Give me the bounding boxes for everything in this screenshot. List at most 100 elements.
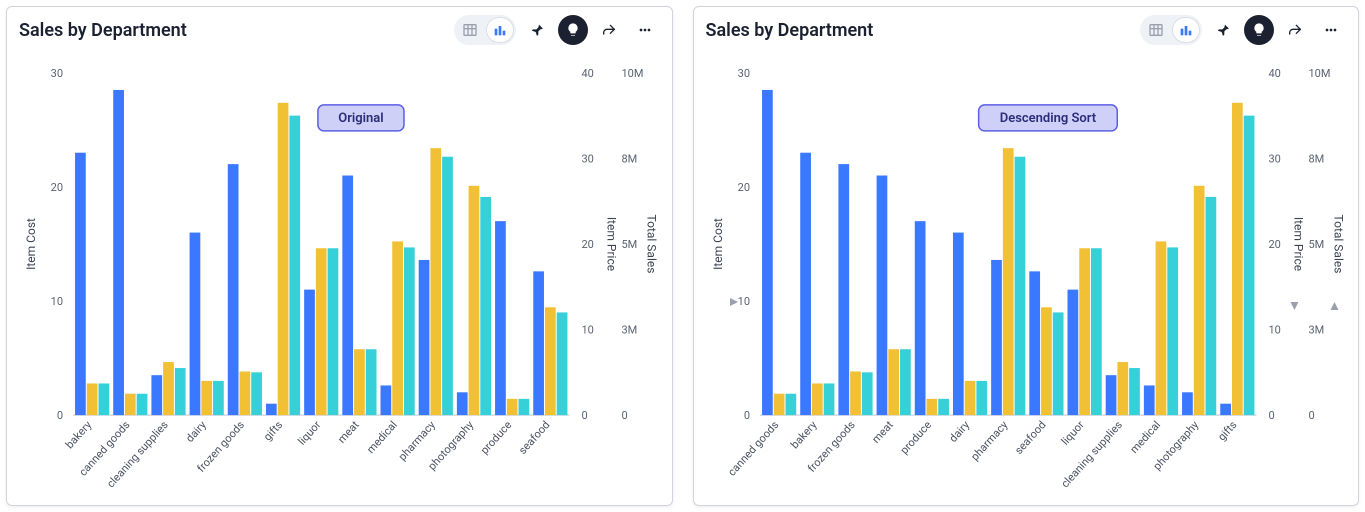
bar [495, 221, 506, 415]
bar [1117, 362, 1128, 415]
share-button[interactable] [1280, 15, 1310, 45]
bar [533, 271, 544, 415]
bar [545, 307, 556, 415]
right-axis2-tick: 5M [1308, 238, 1324, 251]
category-label: pharmacy [968, 418, 1011, 463]
right-axis1-tick: 20 [1268, 238, 1280, 251]
bar [366, 349, 377, 415]
more-button[interactable] [1316, 15, 1346, 45]
right-axis2-tick: 10M [1308, 67, 1330, 80]
bar [1143, 385, 1154, 415]
bar [991, 260, 1002, 415]
bar [838, 164, 849, 415]
bar [1079, 248, 1090, 415]
bar [507, 399, 518, 415]
bar [1182, 392, 1193, 415]
bar [964, 381, 975, 415]
right-axis2-tick: 8M [621, 152, 637, 165]
bar [75, 153, 86, 415]
left-axis-tick: 30 [737, 67, 749, 80]
bar [430, 148, 441, 415]
right-axis1-tick: 40 [581, 67, 593, 80]
bar [1052, 312, 1063, 415]
bar [1193, 186, 1204, 415]
right-axis2-title: Total Sales [644, 215, 658, 274]
right-axis1-title: Item Price [604, 217, 618, 271]
right-axis2-tick: 0 [1308, 409, 1314, 422]
pin-button[interactable] [1208, 15, 1238, 45]
left-axis-title: Item Cost [711, 218, 725, 270]
bar [419, 260, 430, 415]
view-toggle[interactable] [1140, 15, 1202, 45]
right-axis2-tick: 5M [621, 238, 637, 251]
bar [1205, 197, 1216, 415]
sort-indicator-icon [1330, 302, 1338, 310]
share-button[interactable] [594, 15, 624, 45]
left-axis-tick: 10 [737, 295, 749, 308]
right-axis2-tick: 10M [621, 67, 643, 80]
right-axis1-tick: 40 [1268, 67, 1280, 80]
right-axis2-tick: 3M [1308, 324, 1324, 337]
bulb-button[interactable] [558, 15, 588, 45]
view-toggle[interactable] [454, 15, 516, 45]
category-label: gifts [1215, 418, 1240, 443]
bar [1029, 271, 1040, 415]
chart-area: 010203001020304003M5M8M10MItem CostItem … [19, 45, 660, 501]
bar [342, 176, 353, 416]
bar [952, 233, 963, 416]
bar [900, 349, 911, 415]
left-axis-tick: 0 [743, 409, 749, 422]
bar [926, 399, 937, 415]
category-label: liquor [1058, 418, 1086, 447]
bar [240, 371, 251, 415]
bar [469, 186, 480, 415]
bar [163, 362, 174, 415]
right-axis1-tick: 0 [581, 409, 587, 422]
bar-chart: 010203001020304003M5M8M10MItem CostItem … [706, 45, 1347, 501]
right-axis1-tick: 20 [581, 238, 593, 251]
bar [823, 383, 834, 415]
table-view-icon[interactable] [456, 17, 484, 43]
bar [354, 349, 365, 415]
left-axis-tick: 20 [737, 181, 749, 194]
bar [1090, 248, 1101, 415]
bar [1041, 307, 1052, 415]
right-axis2-title: Total Sales [1331, 215, 1345, 274]
bar-view-icon[interactable] [1172, 17, 1200, 43]
bar [328, 248, 339, 415]
bar [201, 381, 212, 415]
more-button[interactable] [630, 15, 660, 45]
table-view-icon[interactable] [1142, 17, 1170, 43]
bar [876, 176, 887, 416]
bar [289, 116, 300, 415]
bar-chart: 010203001020304003M5M8M10MItem CostItem … [19, 45, 660, 501]
bulb-button[interactable] [1244, 15, 1274, 45]
bar [213, 381, 224, 415]
bar [304, 290, 315, 415]
bar [316, 248, 327, 415]
bar [151, 375, 162, 415]
left-axis-tick: 20 [51, 181, 63, 194]
annotation-text: Original [338, 111, 383, 126]
bar [811, 383, 822, 415]
bar [404, 247, 415, 415]
bar [98, 383, 109, 415]
category-label: meat [335, 418, 362, 446]
bar [1220, 404, 1231, 415]
bar [392, 241, 403, 415]
panel-title: Sales by Department [19, 20, 187, 41]
left-axis-tick: 0 [57, 409, 63, 422]
bar [1105, 375, 1116, 415]
bar [938, 399, 949, 415]
right-axis1-tick: 10 [1268, 324, 1280, 337]
bar [976, 381, 987, 415]
bar [785, 394, 796, 415]
bar [480, 197, 491, 415]
category-label: produce [478, 418, 514, 456]
category-label: medical [364, 418, 400, 456]
bar [1167, 247, 1178, 415]
panel-title: Sales by Department [706, 20, 874, 41]
chart-panel: Sales by Department010203001020304003M5M… [693, 6, 1360, 506]
bar-view-icon[interactable] [486, 17, 514, 43]
pin-button[interactable] [522, 15, 552, 45]
